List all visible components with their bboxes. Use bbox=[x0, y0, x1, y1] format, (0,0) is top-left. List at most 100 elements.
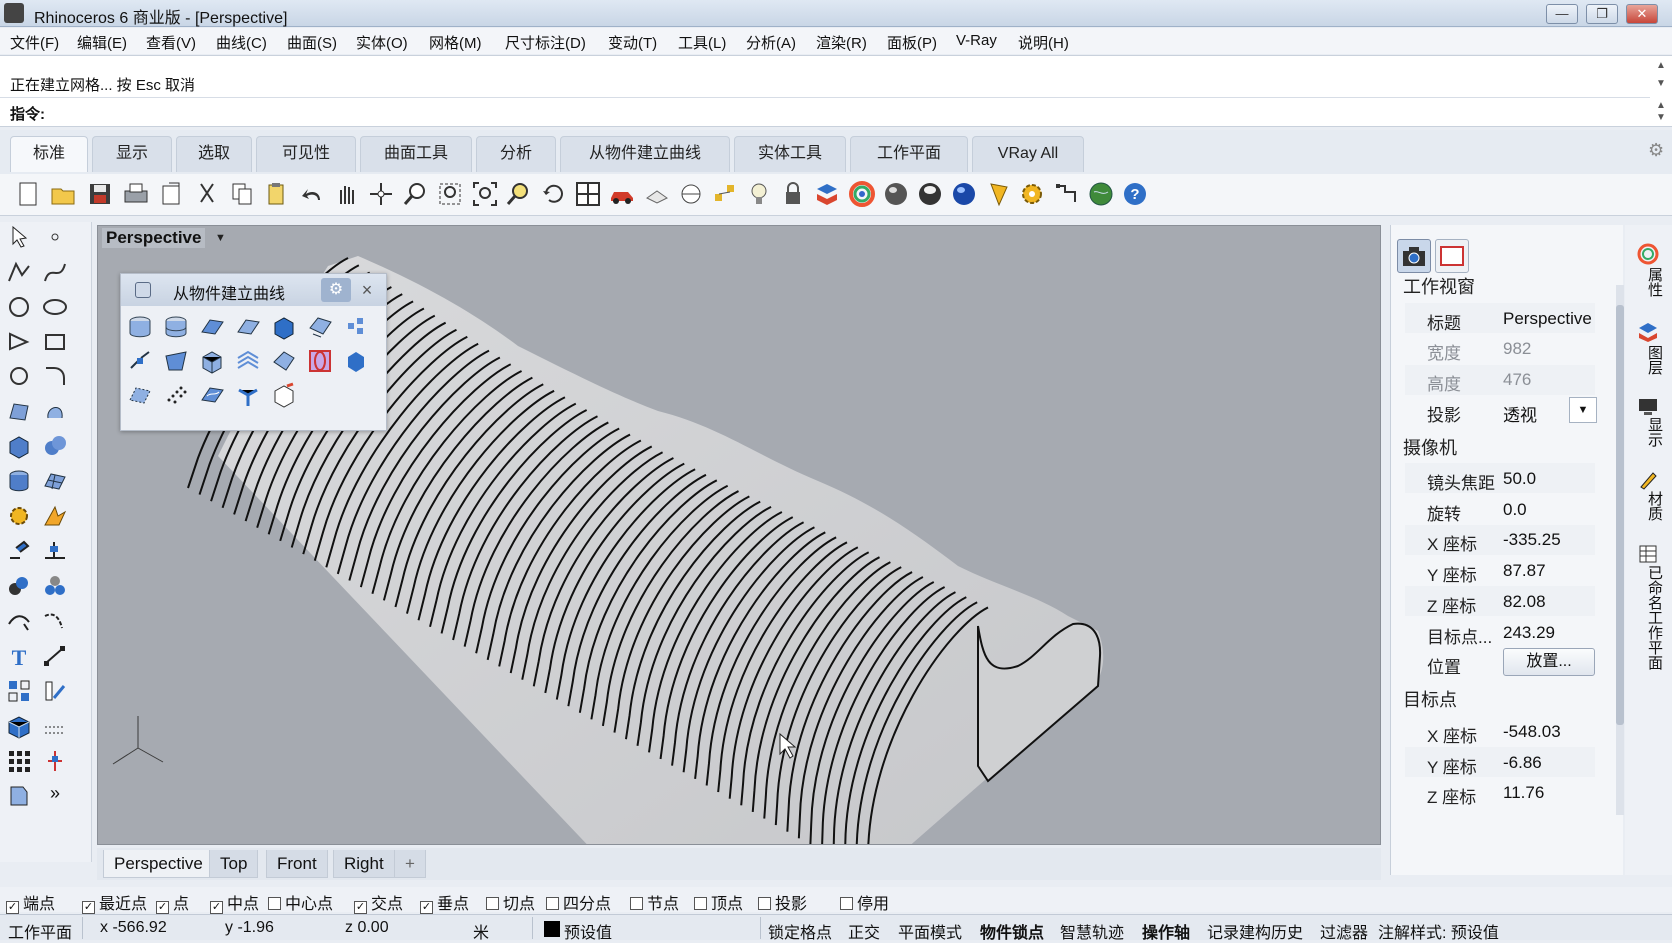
named-cplanes-icon[interactable] bbox=[1637, 543, 1659, 565]
tab-surface-tools[interactable]: 曲面工具 bbox=[360, 136, 472, 172]
ellipse-icon[interactable] bbox=[42, 294, 68, 320]
display-icon[interactable] bbox=[1637, 395, 1659, 417]
copy-icon[interactable] bbox=[228, 180, 256, 208]
menu-analyze[interactable]: 分析(A) bbox=[746, 32, 796, 53]
silhouette-icon[interactable] bbox=[163, 348, 189, 374]
history-scroll-down-icon[interactable]: ▼ bbox=[1652, 78, 1670, 98]
make-2d-icon[interactable] bbox=[199, 348, 225, 374]
pan-icon[interactable] bbox=[332, 180, 360, 208]
osnap-option[interactable]: ✓ 中点 bbox=[210, 890, 259, 914]
status-annotation-style[interactable]: 注解样式: 预设值 bbox=[1378, 919, 1499, 943]
viewport-tab-front[interactable]: Front bbox=[266, 850, 328, 878]
minimize-button[interactable]: — bbox=[1546, 4, 1578, 24]
projection-dropdown-icon[interactable]: ▼ bbox=[1569, 397, 1597, 423]
print-icon[interactable] bbox=[122, 180, 150, 208]
gumball-icon[interactable] bbox=[42, 748, 68, 774]
checkbox-unchecked-icon[interactable] bbox=[546, 897, 559, 910]
shaded-sphere-icon[interactable] bbox=[916, 180, 944, 208]
vray-globe-icon[interactable] bbox=[1087, 180, 1115, 208]
checkbox-checked-icon[interactable]: ✓ bbox=[6, 901, 19, 914]
osnap-option[interactable]: 节点 bbox=[630, 890, 679, 914]
new-file-icon[interactable] bbox=[14, 180, 42, 208]
sphere-icon[interactable] bbox=[882, 180, 910, 208]
title-value[interactable]: Perspective bbox=[1503, 309, 1592, 329]
menu-mesh[interactable]: 网格(M) bbox=[429, 32, 482, 53]
mesh-icon[interactable] bbox=[42, 468, 68, 494]
undo-view-icon[interactable] bbox=[540, 180, 568, 208]
menu-transform[interactable]: 变动(T) bbox=[608, 32, 657, 53]
osnap-option[interactable]: 切点 bbox=[486, 890, 535, 914]
boolean-union-icon[interactable] bbox=[42, 433, 68, 459]
more-tools-icon[interactable]: » bbox=[42, 783, 68, 809]
menu-panels[interactable]: 面板(P) bbox=[887, 32, 937, 53]
menu-edit[interactable]: 编辑(E) bbox=[77, 32, 127, 53]
extract-wireframe-icon[interactable] bbox=[235, 314, 261, 340]
light-icon[interactable] bbox=[745, 180, 773, 208]
menu-file[interactable]: 文件(F) bbox=[10, 32, 59, 53]
polygon-icon[interactable] bbox=[6, 363, 32, 389]
tab-solid-tools[interactable]: 实体工具 bbox=[734, 136, 846, 172]
viewport-tab-top[interactable]: Top bbox=[209, 850, 259, 878]
tab-standard[interactable]: 标准 bbox=[10, 136, 88, 172]
dimension-icon[interactable] bbox=[42, 643, 68, 669]
sidebar-tab-materials[interactable]: 材质 bbox=[1634, 491, 1663, 521]
extract-points-icon[interactable] bbox=[127, 382, 153, 408]
target-z-value[interactable]: 11.76 bbox=[1503, 783, 1544, 803]
frame-box-icon[interactable] bbox=[271, 382, 297, 408]
osnap-option[interactable]: ✓ 点 bbox=[156, 890, 189, 914]
maximize-button[interactable]: ❐ bbox=[1586, 4, 1618, 24]
floating-close-icon[interactable]: × bbox=[357, 278, 377, 302]
camera-z-value[interactable]: 82.08 bbox=[1503, 592, 1546, 612]
tab-select[interactable]: 选取 bbox=[176, 136, 252, 172]
polyline-icon[interactable] bbox=[6, 259, 32, 285]
layer-icon[interactable] bbox=[813, 180, 841, 208]
menu-curve[interactable]: 曲线(C) bbox=[216, 32, 267, 53]
point-icon[interactable] bbox=[42, 224, 68, 250]
camera-place-button[interactable]: 放置... bbox=[1503, 648, 1595, 676]
blend-curve-icon[interactable] bbox=[42, 608, 68, 634]
four-viewports-icon[interactable] bbox=[574, 180, 602, 208]
projection-value[interactable]: 透视 bbox=[1503, 401, 1537, 426]
osnap-option[interactable]: 投影 bbox=[758, 890, 807, 914]
tab-visibility[interactable]: 可见性 bbox=[256, 136, 356, 172]
color-icon[interactable] bbox=[848, 180, 876, 208]
menu-vray[interactable]: V-Ray bbox=[956, 32, 997, 49]
extract-solid-icon[interactable] bbox=[343, 348, 369, 374]
camera-y-value[interactable]: 87.87 bbox=[1503, 561, 1546, 581]
menu-surface[interactable]: 曲面(S) bbox=[287, 32, 337, 53]
checkbox-unchecked-icon[interactable] bbox=[486, 897, 499, 910]
status-ortho[interactable]: 正交 bbox=[848, 919, 880, 943]
pull-icon[interactable] bbox=[307, 314, 333, 340]
text-icon[interactable]: T bbox=[6, 643, 32, 670]
sidebar-tab-layers[interactable]: 图层 bbox=[1634, 345, 1663, 375]
point-cloud-icon[interactable] bbox=[163, 382, 189, 408]
tab-cplane[interactable]: 工作平面 bbox=[850, 136, 968, 172]
zoom-icon[interactable] bbox=[402, 180, 430, 208]
curvature-section-icon[interactable] bbox=[307, 348, 333, 374]
checkbox-unchecked-icon[interactable] bbox=[840, 897, 853, 910]
tab-vray-all[interactable]: VRay All bbox=[972, 136, 1084, 172]
arc-icon[interactable] bbox=[6, 329, 32, 355]
rectangle-icon[interactable] bbox=[42, 329, 68, 355]
paste-icon[interactable] bbox=[262, 180, 290, 208]
floating-toolbar-header[interactable]: 从物件建立曲线 ⚙ × bbox=[121, 274, 386, 306]
help-icon[interactable]: ? bbox=[1121, 180, 1149, 208]
render-sphere-icon[interactable] bbox=[950, 180, 978, 208]
layer-color-swatch[interactable] bbox=[544, 921, 560, 937]
vray-frame-icon[interactable] bbox=[1053, 180, 1081, 208]
command-scroll-up-icon[interactable]: ▲ bbox=[1652, 100, 1670, 112]
duplicate-border-icon[interactable] bbox=[163, 314, 189, 340]
osnap-option[interactable]: ✓ 最近点 bbox=[82, 890, 147, 914]
command-input[interactable] bbox=[52, 101, 1642, 123]
status-record-history[interactable]: 记录建构历史 bbox=[1207, 919, 1303, 943]
create-uv-icon[interactable] bbox=[343, 314, 369, 340]
history-scroll-up-icon[interactable]: ▲ bbox=[1652, 60, 1670, 80]
status-filter[interactable]: 过滤器 bbox=[1320, 919, 1368, 943]
extract-icon[interactable] bbox=[6, 783, 32, 809]
import-icon[interactable] bbox=[157, 180, 185, 208]
osnap-option[interactable]: ✓ 交点 bbox=[354, 890, 403, 914]
explode-icon[interactable] bbox=[42, 503, 68, 529]
checkbox-unchecked-icon[interactable] bbox=[268, 897, 281, 910]
group-icon[interactable] bbox=[42, 573, 68, 599]
checkbox-checked-icon[interactable]: ✓ bbox=[354, 901, 367, 914]
